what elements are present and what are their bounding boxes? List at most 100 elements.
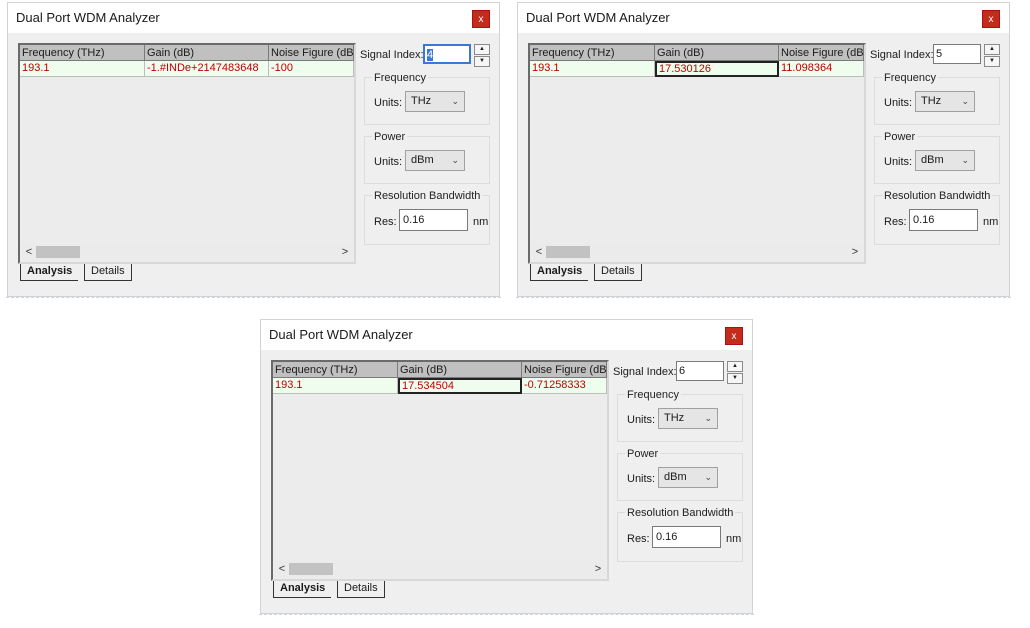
tab-details[interactable]: Details [594, 264, 642, 281]
frequency-units-select[interactable]: THz ⌄ [405, 91, 465, 112]
tab-analysis[interactable]: Analysis [273, 581, 332, 598]
tab-strip: Analysis Details [18, 264, 356, 281]
cell-frequency[interactable]: 193.1 [273, 378, 398, 394]
wdm-analyzer-window-1: Dual Port WDM Analyzer x Frequency (THz)… [6, 2, 501, 298]
chevron-down-icon: ⌄ [961, 96, 969, 106]
close-button[interactable]: x [725, 327, 743, 345]
tab-analysis[interactable]: Analysis [530, 264, 589, 281]
grid-header: Frequency (THz) Gain (dB) Noise Figure (… [273, 362, 607, 378]
power-units-select[interactable]: dBm ⌄ [658, 467, 718, 488]
signal-index-input[interactable]: 4 [423, 44, 471, 64]
title-bar[interactable]: Dual Port WDM Analyzer x [261, 320, 752, 350]
cell-gain[interactable]: -1.#INDe+2147483648 [145, 61, 269, 77]
signal-index-stepper[interactable]: ▲ ▼ [474, 44, 490, 67]
column-header-frequency[interactable]: Frequency (THz) [273, 362, 398, 378]
power-units-label: Units: [374, 156, 403, 168]
cell-gain[interactable]: 17.530126 [655, 61, 779, 77]
frequency-units-select[interactable]: THz ⌄ [915, 91, 975, 112]
scroll-right-icon[interactable]: > [338, 244, 352, 260]
chevron-down-icon: ⌄ [451, 155, 459, 165]
power-group: Power Units: dBm ⌄ [364, 131, 490, 184]
resolution-bandwidth-group: Resolution Bandwidth Res: 0.16 nm [874, 190, 1000, 245]
spin-down-icon[interactable]: ▼ [984, 56, 1000, 67]
resolution-bandwidth-label: Resolution Bandwidth [372, 190, 483, 202]
frequency-group-label: Frequency [882, 72, 938, 84]
scroll-left-icon[interactable]: < [532, 244, 546, 260]
res-label: Res: [884, 216, 907, 228]
signal-index-stepper[interactable]: ▲ ▼ [984, 44, 1000, 67]
tab-analysis[interactable]: Analysis [20, 264, 79, 281]
signal-index-input[interactable]: 6 [676, 361, 724, 381]
scroll-left-icon[interactable]: < [22, 244, 36, 260]
spin-up-icon[interactable]: ▲ [474, 44, 490, 55]
chevron-down-icon: ⌄ [961, 155, 969, 165]
resolution-bandwidth-label: Resolution Bandwidth [882, 190, 993, 202]
close-button[interactable]: x [982, 10, 1000, 28]
column-header-gain[interactable]: Gain (dB) [655, 45, 779, 61]
window-title: Dual Port WDM Analyzer [16, 10, 160, 25]
resolution-bandwidth-group: Resolution Bandwidth Res: 0.16 nm [364, 190, 490, 245]
spin-up-icon[interactable]: ▲ [984, 44, 1000, 55]
res-unit-label: nm [983, 216, 999, 228]
res-input[interactable]: 0.16 [652, 526, 721, 548]
power-units-select[interactable]: dBm ⌄ [405, 150, 465, 171]
column-header-noise-figure[interactable]: Noise Figure (dB) [269, 45, 354, 61]
tab-strip: Analysis Details [528, 264, 866, 281]
chevron-down-icon: ⌄ [451, 96, 459, 106]
scroll-right-icon[interactable]: > [591, 561, 605, 577]
power-units-select[interactable]: dBm ⌄ [915, 150, 975, 171]
results-grid: Frequency (THz) Gain (dB) Noise Figure (… [18, 43, 356, 264]
scroll-left-icon[interactable]: < [275, 561, 289, 577]
signal-index-label: Signal Index: [360, 49, 424, 61]
scroll-thumb[interactable] [289, 563, 333, 575]
tab-strip: Analysis Details [271, 581, 609, 598]
close-button[interactable]: x [472, 10, 490, 28]
tab-details[interactable]: Details [84, 264, 132, 281]
res-label: Res: [627, 533, 650, 545]
frequency-units-select[interactable]: THz ⌄ [658, 408, 718, 429]
frequency-units-label: Units: [627, 414, 656, 426]
chevron-down-icon: ⌄ [704, 472, 712, 482]
spin-down-icon[interactable]: ▼ [727, 373, 743, 384]
cell-frequency[interactable]: 193.1 [20, 61, 145, 77]
frequency-units-value: THz [921, 95, 942, 107]
column-header-noise-figure[interactable]: Noise Figure (dB) [779, 45, 864, 61]
column-header-gain[interactable]: Gain (dB) [145, 45, 269, 61]
resolution-bandwidth-label: Resolution Bandwidth [625, 507, 736, 519]
signal-index-input[interactable]: 5 [933, 44, 981, 64]
title-bar[interactable]: Dual Port WDM Analyzer x [518, 3, 1009, 33]
scroll-thumb[interactable] [36, 246, 80, 258]
res-input[interactable]: 0.16 [909, 209, 978, 231]
signal-index-label: Signal Index: [613, 366, 677, 378]
column-header-frequency[interactable]: Frequency (THz) [530, 45, 655, 61]
frequency-units-label: Units: [374, 97, 403, 109]
tab-details[interactable]: Details [337, 581, 385, 598]
scroll-thumb[interactable] [546, 246, 590, 258]
frequency-group-label: Frequency [625, 389, 681, 401]
power-group: Power Units: dBm ⌄ [617, 448, 743, 501]
cell-noise-figure[interactable]: -100 [269, 61, 354, 77]
horizontal-scrollbar[interactable]: < > [22, 244, 352, 260]
res-input[interactable]: 0.16 [399, 209, 468, 231]
wdm-analyzer-window-2: Dual Port WDM Analyzer x Frequency (THz)… [516, 2, 1011, 298]
cell-noise-figure[interactable]: -0.71258333 [522, 378, 607, 394]
column-header-noise-figure[interactable]: Noise Figure (dB) [522, 362, 607, 378]
power-units-label: Units: [627, 473, 656, 485]
power-units-label: Units: [884, 156, 913, 168]
spin-down-icon[interactable]: ▼ [474, 56, 490, 67]
scroll-right-icon[interactable]: > [848, 244, 862, 260]
horizontal-scrollbar[interactable]: < > [275, 561, 605, 577]
table-row[interactable]: 193.1 17.534504 -0.71258333 [273, 378, 607, 394]
horizontal-scrollbar[interactable]: < > [532, 244, 862, 260]
spin-up-icon[interactable]: ▲ [727, 361, 743, 372]
column-header-gain[interactable]: Gain (dB) [398, 362, 522, 378]
column-header-frequency[interactable]: Frequency (THz) [20, 45, 145, 61]
signal-index-stepper[interactable]: ▲ ▼ [727, 361, 743, 384]
cell-gain[interactable]: 17.534504 [398, 378, 522, 394]
frequency-group: Frequency Units: THz ⌄ [617, 389, 743, 442]
table-row[interactable]: 193.1 17.530126 11.098364 [530, 61, 864, 77]
cell-noise-figure[interactable]: 11.098364 [779, 61, 864, 77]
title-bar[interactable]: Dual Port WDM Analyzer x [8, 3, 499, 33]
table-row[interactable]: 193.1 -1.#INDe+2147483648 -100 [20, 61, 354, 77]
cell-frequency[interactable]: 193.1 [530, 61, 655, 77]
